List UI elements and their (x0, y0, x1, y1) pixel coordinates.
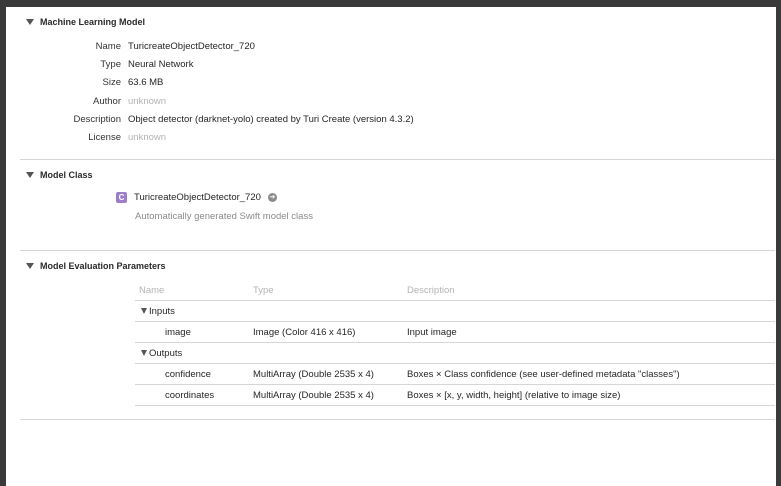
param-type: MultiArray (Double 2535 x 4) (253, 389, 374, 401)
section-title: Model Evaluation Parameters (40, 261, 166, 271)
section-title: Model Class (40, 170, 93, 180)
field-size: Size 63.6 MB (0, 75, 700, 89)
disclosure-triangle-icon[interactable] (26, 263, 34, 269)
window-frame-left (0, 0, 6, 486)
field-name: Name TuricreateObjectDetector_720 (0, 39, 700, 53)
field-label: Name (95, 40, 121, 52)
window-frame-right (776, 0, 781, 486)
disclosure-triangle-icon[interactable] (141, 350, 147, 356)
param-description: Boxes × Class confidence (see user-defin… (407, 368, 680, 380)
table-row[interactable]: confidence MultiArray (Double 2535 x 4) … (135, 364, 775, 385)
section-header-model-class[interactable]: Model Class (26, 170, 93, 180)
disclosure-triangle-icon[interactable] (26, 172, 34, 178)
group-label: Outputs (149, 347, 183, 359)
group-toggle[interactable]: Inputs (141, 306, 175, 317)
field-label: Type (100, 58, 121, 70)
navigate-arrow-icon[interactable]: ➔ (267, 193, 277, 202)
class-badge-icon: C (116, 192, 127, 203)
table-row[interactable]: coordinates MultiArray (Double 2535 x 4)… (135, 385, 775, 406)
disclosure-triangle-icon[interactable] (141, 308, 147, 314)
group-toggle[interactable]: Outputs (141, 348, 182, 359)
section-divider (20, 250, 775, 251)
field-author: Author unknown (0, 94, 700, 108)
param-name: image (165, 326, 191, 338)
param-name: confidence (165, 368, 211, 380)
field-label: Description (73, 113, 121, 125)
group-row-inputs[interactable]: Inputs (135, 301, 775, 322)
param-description: Input image (407, 326, 457, 338)
table-header-row: Name Type Description (135, 280, 775, 301)
param-type: MultiArray (Double 2535 x 4) (253, 368, 374, 380)
column-header-description[interactable]: Description (407, 285, 455, 296)
group-label: Inputs (149, 305, 175, 317)
field-value: 63.6 MB (128, 76, 164, 88)
param-type: Image (Color 416 x 416) (253, 326, 356, 338)
field-value: unknown (128, 131, 167, 143)
class-name: TuricreateObjectDetector_720 (134, 192, 261, 203)
param-name: coordinates (165, 389, 215, 401)
group-row-outputs[interactable]: Outputs (135, 343, 775, 364)
field-license: License unknown (0, 130, 700, 144)
disclosure-triangle-icon[interactable] (26, 19, 34, 25)
section-divider (20, 159, 775, 160)
parameters-table: Name Type Description Inputs image Image… (135, 280, 775, 406)
field-label: Author (93, 95, 121, 107)
section-divider (20, 419, 775, 420)
field-value: Neural Network (128, 58, 194, 70)
section-title: Machine Learning Model (40, 17, 146, 27)
section-header-model-evaluation-parameters[interactable]: Model Evaluation Parameters (26, 261, 166, 271)
field-label: License (88, 131, 121, 143)
section-header-machine-learning-model[interactable]: Machine Learning Model (26, 17, 145, 27)
field-type: Type Neural Network (0, 57, 700, 71)
field-label: Size (102, 76, 121, 88)
column-header-type[interactable]: Type (253, 285, 274, 296)
field-description: Description Object detector (darknet-yol… (0, 112, 700, 126)
class-subtitle: Automatically generated Swift model clas… (135, 211, 313, 222)
field-value: TuricreateObjectDetector_720 (128, 40, 255, 52)
table-row[interactable]: image Image (Color 416 x 416) Input imag… (135, 322, 775, 343)
param-description: Boxes × [x, y, width, height] (relative … (407, 389, 621, 401)
field-value: unknown (128, 95, 167, 107)
column-header-name[interactable]: Name (139, 285, 164, 296)
window-frame-top (0, 0, 781, 7)
model-class-link[interactable]: C TuricreateObjectDetector_720 ➔ (116, 192, 277, 203)
field-value: Object detector (darknet-yolo) created b… (128, 113, 414, 125)
